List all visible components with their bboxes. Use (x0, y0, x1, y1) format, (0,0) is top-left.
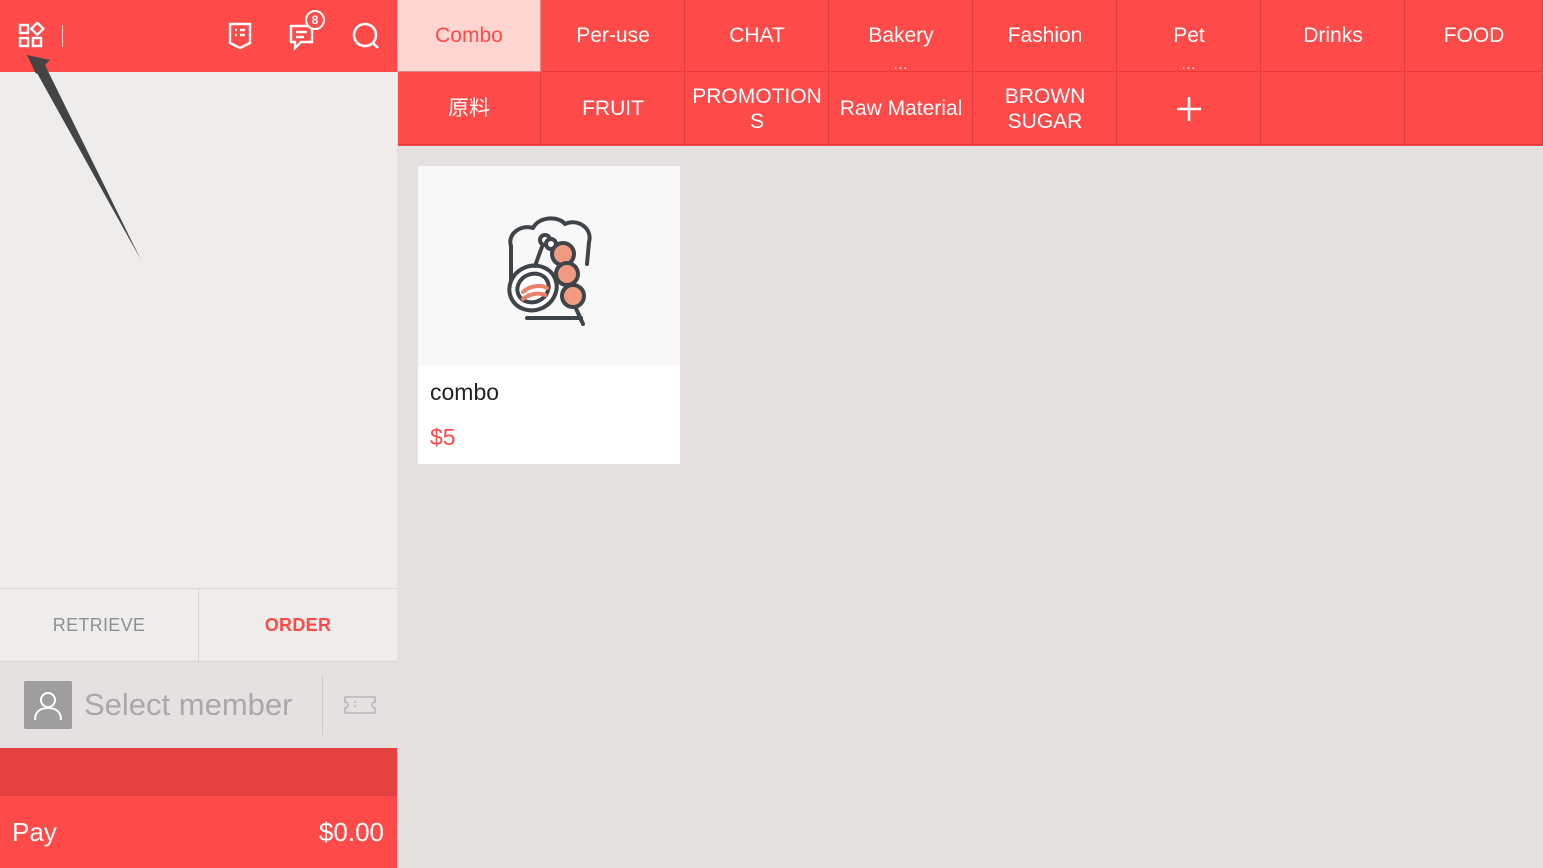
tab-promotions[interactable]: PROMOTION S (686, 73, 829, 145)
tab-fruit[interactable]: FRUIT (542, 73, 685, 145)
pay-label: Pay (12, 816, 57, 847)
add-icon (1177, 96, 1201, 121)
message-count-badge: 8 (305, 10, 325, 30)
tab-raw-ingredients-cn[interactable]: 原料 (398, 73, 541, 145)
select-member-label: Select member (84, 687, 293, 722)
coupon-icon[interactable] (323, 695, 397, 715)
cart-total-strip (0, 748, 397, 796)
empty-tab-slot (1406, 73, 1543, 145)
tab-chat[interactable]: CHAT (686, 0, 829, 72)
pay-button[interactable]: Pay $0.00 (0, 796, 397, 868)
tab-drinks[interactable]: Drinks (1262, 0, 1405, 72)
order-list-icon[interactable] (224, 18, 256, 54)
tab-food[interactable]: FOOD (1406, 0, 1543, 72)
toolbar-divider (62, 25, 63, 47)
tab-combo[interactable]: Combo (398, 0, 541, 72)
retrieve-button[interactable]: RETRIEVE (0, 589, 199, 661)
empty-tab-slot (1262, 73, 1405, 145)
add-category-button[interactable] (1118, 73, 1261, 145)
member-selector[interactable]: Select member (0, 662, 397, 748)
tab-pet[interactable]: Pet... (1118, 0, 1261, 72)
product-card[interactable]: combo $5 (418, 166, 680, 464)
product-image (418, 166, 680, 366)
cart-actions: RETRIEVE ORDER (0, 588, 397, 662)
message-icon[interactable]: 8 (287, 10, 325, 54)
category-tabs: Combo Per-use CHAT Bakery... Fashion Pet… (398, 0, 1543, 146)
pay-amount: $0.00 (318, 816, 384, 847)
tab-fashion[interactable]: Fashion (974, 0, 1117, 72)
product-name: combo (430, 379, 500, 405)
search-icon[interactable] (350, 18, 382, 54)
food-combo-icon (507, 216, 592, 326)
tab-raw-material[interactable]: Raw Material (830, 73, 973, 145)
product-price: $5 (430, 424, 456, 450)
tab-bakery[interactable]: Bakery... (830, 0, 973, 72)
apps-grid-icon[interactable] (15, 18, 47, 54)
tab-brown-sugar[interactable]: BROWN SUGAR (974, 73, 1117, 145)
left-toolbar: 8 (0, 0, 397, 72)
order-button[interactable]: ORDER (199, 589, 397, 661)
tab-per-use[interactable]: Per-use (542, 0, 685, 72)
avatar (24, 681, 72, 729)
cart-panel: 8 RETRIEVE ORDER Select member Pay $0.00 (0, 0, 397, 868)
